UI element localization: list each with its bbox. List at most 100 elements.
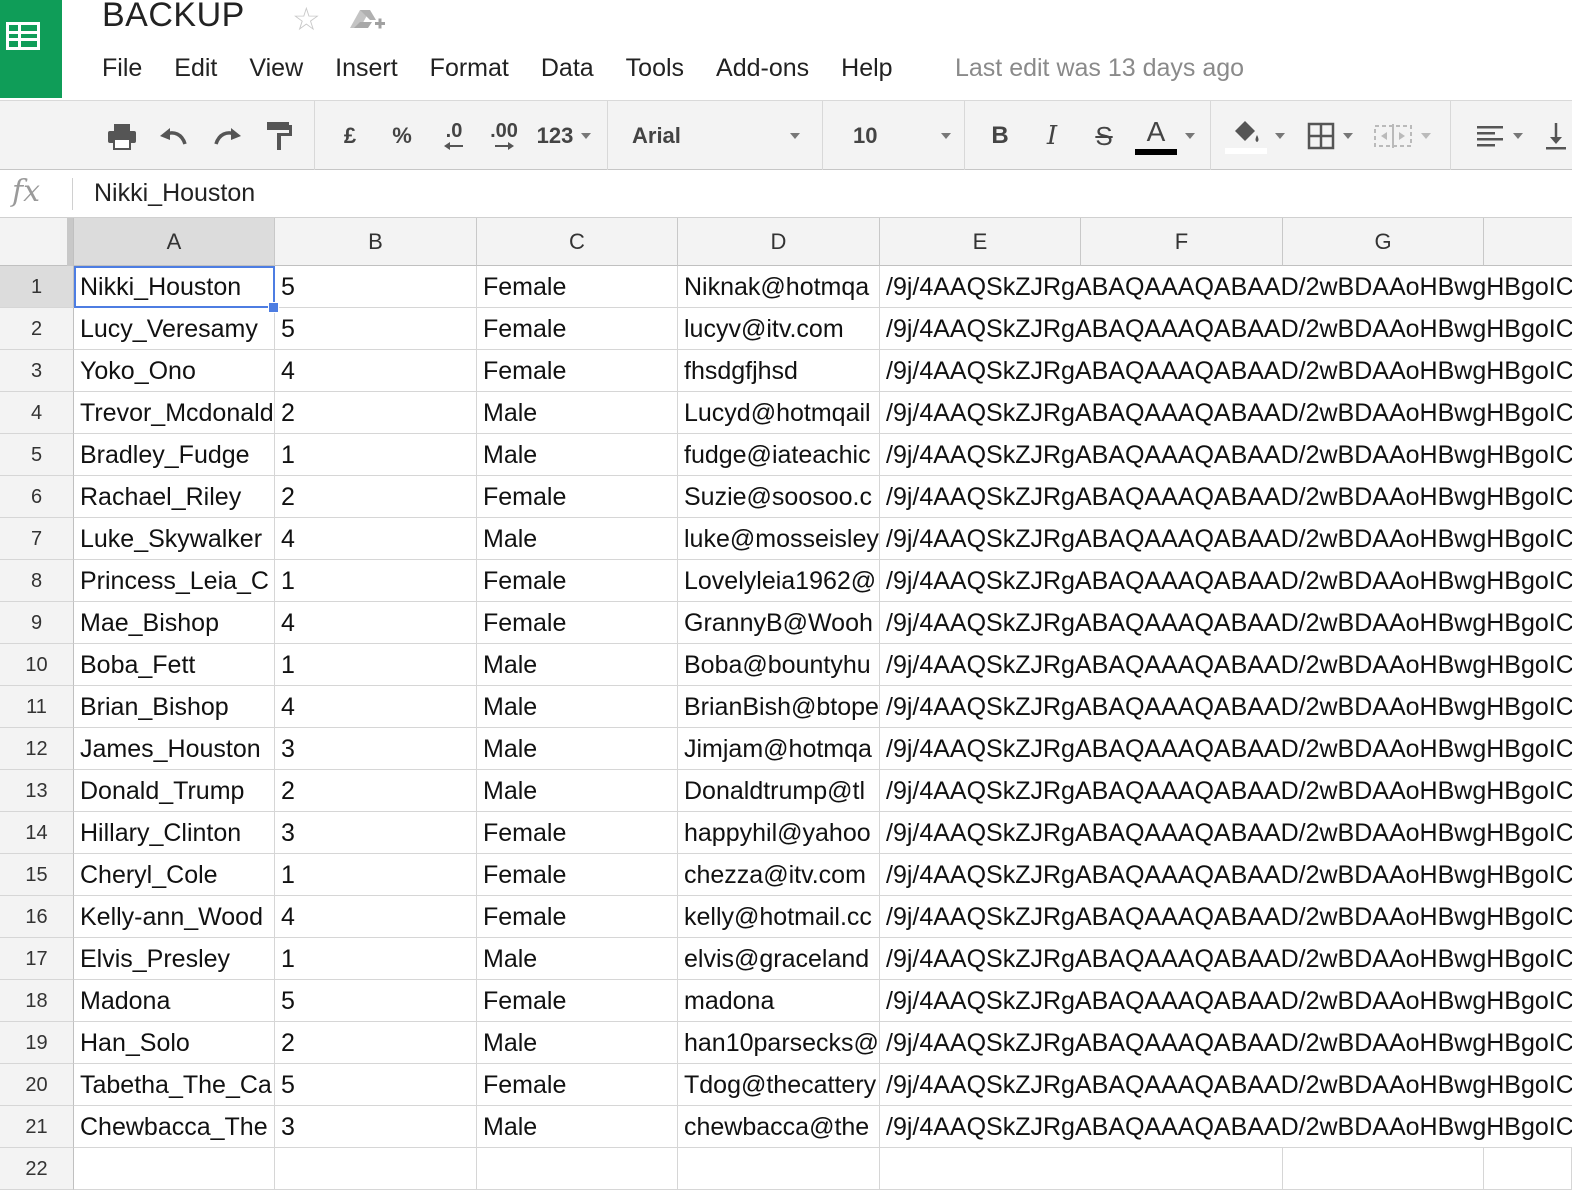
cell-a[interactable]: Boba_Fett bbox=[74, 644, 275, 686]
cell-b[interactable]: 4 bbox=[275, 686, 477, 728]
menu-data[interactable]: Data bbox=[541, 50, 594, 86]
cell-b[interactable]: 1 bbox=[275, 938, 477, 980]
select-all-corner[interactable] bbox=[0, 218, 74, 266]
cell-e[interactable]: /9j/4AAQSkZJRgABAQAAAQABAAD/2wBDAAoHBwgH… bbox=[880, 266, 1572, 308]
row-header[interactable]: 15 bbox=[0, 854, 74, 896]
paint-format-icon[interactable] bbox=[257, 101, 301, 171]
cell-d[interactable]: Tdog@thecattery bbox=[678, 1064, 880, 1106]
cell-c[interactable]: Female bbox=[477, 476, 678, 518]
menu-format[interactable]: Format bbox=[430, 50, 509, 86]
row-header[interactable]: 10 bbox=[0, 644, 74, 686]
cell-c[interactable]: Male bbox=[477, 518, 678, 560]
cell-a[interactable]: Bradley_Fudge bbox=[74, 434, 275, 476]
cell-a[interactable]: James_Houston bbox=[74, 728, 275, 770]
cell-a[interactable]: Yoko_Ono bbox=[74, 350, 275, 392]
cell-e[interactable]: /9j/4AAQSkZJRgABAQAAAQABAAD/2wBDAAoHBwgH… bbox=[880, 518, 1572, 560]
cell-e[interactable]: /9j/4AAQSkZJRgABAQAAAQABAAD/2wBDAAoHBwgH… bbox=[880, 560, 1572, 602]
cell-d[interactable]: GrannyB@Wooh bbox=[678, 602, 880, 644]
cell-c[interactable]: Female bbox=[477, 854, 678, 896]
row-header[interactable]: 12 bbox=[0, 728, 74, 770]
cell-a[interactable]: Rachael_Riley bbox=[74, 476, 275, 518]
cell-e[interactable]: /9j/4AAQSkZJRgABAQAAAQABAAD/2wBDAAoHBwgH… bbox=[880, 980, 1572, 1022]
cell-b[interactable]: 1 bbox=[275, 434, 477, 476]
row-header[interactable]: 20 bbox=[0, 1064, 74, 1106]
cell-d[interactable]: luke@mosseisley bbox=[678, 518, 880, 560]
cell-c[interactable]: Female bbox=[477, 980, 678, 1022]
cell-b[interactable]: 1 bbox=[275, 560, 477, 602]
cell-e[interactable]: /9j/4AAQSkZJRgABAQAAAQABAAD/2wBDAAoHBwgH… bbox=[880, 896, 1572, 938]
cell-e[interactable]: /9j/4AAQSkZJRgABAQAAAQABAAD/2wBDAAoHBwgH… bbox=[880, 686, 1572, 728]
menu-insert[interactable]: Insert bbox=[335, 50, 398, 86]
cell-d[interactable]: han10parsecks@ bbox=[678, 1022, 880, 1064]
cell-a[interactable]: Lucy_Veresamy bbox=[74, 308, 275, 350]
cell-e[interactable]: /9j/4AAQSkZJRgABAQAAAQABAAD/2wBDAAoHBwgH… bbox=[880, 728, 1572, 770]
row-header[interactable]: 9 bbox=[0, 602, 74, 644]
document-title[interactable]: BACKUP bbox=[102, 0, 245, 35]
cell-e[interactable]: /9j/4AAQSkZJRgABAQAAAQABAAD/2wBDAAoHBwgH… bbox=[880, 434, 1572, 476]
cell-b[interactable]: 2 bbox=[275, 392, 477, 434]
sheets-logo-icon[interactable] bbox=[0, 0, 62, 98]
currency-format-button[interactable]: £ bbox=[330, 101, 370, 171]
cell-d[interactable]: Boba@bountyhu bbox=[678, 644, 880, 686]
print-icon[interactable] bbox=[100, 101, 144, 171]
cell-e[interactable]: /9j/4AAQSkZJRgABAQAAAQABAAD/2wBDAAoHBwgH… bbox=[880, 812, 1572, 854]
row-header[interactable]: 16 bbox=[0, 896, 74, 938]
cell-b[interactable]: 5 bbox=[275, 980, 477, 1022]
cell-a[interactable]: Chewbacca_The bbox=[74, 1106, 275, 1148]
cell-a[interactable]: Elvis_Presley bbox=[74, 938, 275, 980]
cell-a[interactable]: Luke_Skywalker bbox=[74, 518, 275, 560]
cell-e[interactable]: /9j/4AAQSkZJRgABAQAAAQABAAD/2wBDAAoHBwgH… bbox=[880, 476, 1572, 518]
row-header[interactable]: 11 bbox=[0, 686, 74, 728]
empty-cell[interactable] bbox=[1283, 1148, 1484, 1190]
horizontal-align-button[interactable] bbox=[1464, 101, 1534, 171]
cell-b[interactable]: 3 bbox=[275, 1106, 477, 1148]
row-header[interactable]: 19 bbox=[0, 1022, 74, 1064]
cell-b[interactable]: 2 bbox=[275, 770, 477, 812]
row-header[interactable]: 6 bbox=[0, 476, 74, 518]
cell-e[interactable]: /9j/4AAQSkZJRgABAQAAAQABAAD/2wBDAAoHBwgH… bbox=[880, 602, 1572, 644]
cell-c[interactable]: Male bbox=[477, 1106, 678, 1148]
row-header[interactable]: 8 bbox=[0, 560, 74, 602]
menu-addons[interactable]: Add-ons bbox=[716, 50, 809, 86]
empty-cell[interactable] bbox=[1081, 1148, 1283, 1190]
menu-tools[interactable]: Tools bbox=[626, 50, 684, 86]
italic-button[interactable]: I bbox=[1030, 101, 1074, 171]
cell-d[interactable]: lucyv@itv.com bbox=[678, 308, 880, 350]
cell-c[interactable]: Female bbox=[477, 1064, 678, 1106]
column-header-c[interactable]: C bbox=[477, 218, 678, 266]
percent-format-button[interactable]: % bbox=[382, 101, 422, 171]
cell-e[interactable]: /9j/4AAQSkZJRgABAQAAAQABAAD/2wBDAAoHBwgH… bbox=[880, 392, 1572, 434]
bold-button[interactable]: B bbox=[978, 101, 1022, 171]
column-header-b[interactable]: B bbox=[275, 218, 477, 266]
cell-d[interactable]: Niknak@hotmqa bbox=[678, 266, 880, 308]
row-header[interactable]: 18 bbox=[0, 980, 74, 1022]
cell-a[interactable]: Kelly-ann_Wood bbox=[74, 896, 275, 938]
cell-a[interactable]: Trevor_Mcdonald bbox=[74, 392, 275, 434]
empty-cell[interactable] bbox=[1484, 1148, 1572, 1190]
cell-b[interactable]: 3 bbox=[275, 728, 477, 770]
cell-d[interactable]: happyhil@yahoo bbox=[678, 812, 880, 854]
cell-b[interactable]: 5 bbox=[275, 308, 477, 350]
decrease-decimal-button[interactable]: .0 bbox=[432, 101, 476, 171]
cell-b[interactable] bbox=[275, 1148, 477, 1190]
cell-d[interactable]: Donaldtrump@tl bbox=[678, 770, 880, 812]
row-header[interactable]: 22 bbox=[0, 1148, 74, 1190]
cell-a[interactable] bbox=[74, 1148, 275, 1190]
cell-d[interactable]: Jimjam@hotmqa bbox=[678, 728, 880, 770]
cell-a[interactable]: Tabetha_The_Ca bbox=[74, 1064, 275, 1106]
formula-input[interactable]: Nikki_Houston bbox=[94, 176, 255, 210]
cell-d[interactable]: kelly@hotmail.cc bbox=[678, 896, 880, 938]
cell-e[interactable]: /9j/4AAQSkZJRgABAQAAAQABAAD/2wBDAAoHBwgH… bbox=[880, 644, 1572, 686]
row-header[interactable]: 17 bbox=[0, 938, 74, 980]
undo-icon[interactable] bbox=[152, 101, 196, 171]
cell-d[interactable] bbox=[678, 1148, 880, 1190]
cell-c[interactable]: Male bbox=[477, 938, 678, 980]
column-header-d[interactable]: D bbox=[678, 218, 880, 266]
column-header-a[interactable]: A bbox=[74, 218, 275, 266]
row-header[interactable]: 4 bbox=[0, 392, 74, 434]
cell-e[interactable]: /9j/4AAQSkZJRgABAQAAAQABAAD/2wBDAAoHBwgH… bbox=[880, 1064, 1572, 1106]
cell-c[interactable] bbox=[477, 1148, 678, 1190]
column-header-h[interactable] bbox=[1484, 218, 1572, 266]
strikethrough-button[interactable]: S bbox=[1082, 101, 1126, 171]
cell-c[interactable]: Male bbox=[477, 392, 678, 434]
